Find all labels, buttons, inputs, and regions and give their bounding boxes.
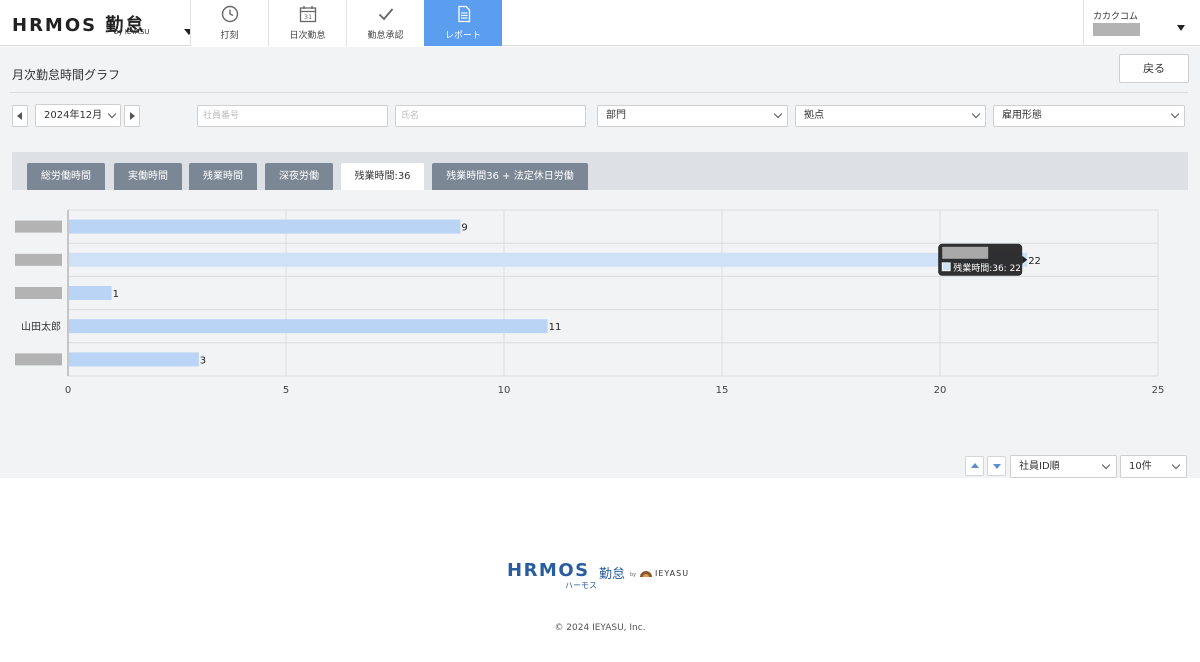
bar-value-label: 1	[113, 289, 119, 300]
page-title: 月次勤怠時間グラフ	[12, 68, 121, 82]
nav-label: 日次勤怠	[289, 31, 326, 41]
copyright: © 2024 IEYASU, Inc.	[554, 623, 646, 633]
calendar-icon: 31	[299, 6, 317, 23]
sort-order-value: 社員ID順	[1019, 461, 1060, 472]
main-nav: 打刻 31 日次勤怠 勤怠承認 レポート	[190, 0, 502, 46]
bar	[69, 252, 1028, 267]
location-value: 拠点	[804, 110, 824, 121]
chevron-down-icon	[107, 109, 117, 119]
caret-down-icon[interactable]	[1177, 25, 1185, 31]
name-placeholder: 氏名	[401, 111, 420, 121]
tab-actual-work[interactable]: 実働時間	[114, 163, 182, 190]
footer-logo: HRMOS 勤怠 ハーモス by IEYASU	[507, 560, 697, 592]
tab-overtime-36[interactable]: 残業時間:36	[341, 163, 424, 190]
redacted-category-label	[15, 353, 62, 366]
overtime-bar-chart: 922111山田太郎30 5 10 15 20 25残業時間:36: 22	[15, 209, 1165, 396]
tab-total-work[interactable]: 総労働時間	[27, 163, 105, 190]
footer-logo-text: HRMOS	[507, 560, 590, 581]
department-select[interactable]: 部門	[597, 105, 788, 127]
bar	[69, 286, 112, 300]
footer-logo-kintai: 勤怠	[599, 567, 626, 582]
chevron-down-icon	[773, 109, 783, 119]
document-icon	[458, 5, 471, 23]
x-tick-label: 20	[934, 385, 947, 396]
nav-punch[interactable]: 打刻	[190, 0, 268, 46]
redacted-category-label	[15, 220, 62, 233]
checkmark-icon	[378, 8, 394, 21]
nav-report[interactable]: レポート	[424, 0, 502, 46]
bar-value-label: 9	[461, 223, 467, 234]
name-input[interactable]: 氏名	[395, 105, 586, 127]
employee-number-placeholder: 社員番号	[203, 111, 240, 121]
x-tick-label: 10	[498, 385, 511, 396]
x-tick-label: 25	[1152, 385, 1165, 396]
bar-value-label: 22	[1028, 256, 1041, 267]
x-tick-label: 5	[283, 385, 289, 396]
category-label: 山田太郎	[21, 320, 61, 333]
company-name: カカクコム	[1093, 12, 1139, 22]
employment-type-select[interactable]: 雇用形態	[993, 105, 1185, 127]
next-month-button[interactable]	[124, 105, 140, 127]
chevron-down-icon	[971, 109, 981, 119]
footer-logo-kana: ハーモス	[565, 581, 597, 590]
tab-overtime-36-holiday[interactable]: 残業時間36 + 法定休日労働	[432, 163, 588, 190]
location-select[interactable]: 拠点	[795, 105, 986, 127]
redacted-category-label	[15, 287, 62, 299]
tooltip-swatch	[941, 262, 951, 272]
tab-overtime[interactable]: 残業時間	[189, 163, 257, 190]
month-select[interactable]: 2024年12月	[35, 104, 121, 127]
sort-descending-button[interactable]	[987, 456, 1006, 476]
bar	[69, 219, 461, 234]
main-content: 月次勤怠時間グラフ 戻る 2024年12月 社員番号 氏名 部門 拠点 雇用形態…	[0, 47, 1200, 478]
nav-label: 勤怠承認	[367, 31, 404, 41]
department-value: 部門	[606, 110, 626, 121]
divider	[10, 92, 1188, 93]
logo-subtext: by IEYASU	[114, 28, 150, 36]
per-page-value: 10件	[1129, 461, 1152, 472]
redacted-category-label	[15, 253, 62, 266]
footer-logo-by: by	[630, 572, 637, 578]
footer-logo-ieyasu: IEYASU	[655, 569, 690, 578]
bar	[69, 352, 199, 367]
per-page-select[interactable]: 10件	[1120, 455, 1187, 478]
metric-tabs: 総労働時間 実働時間 残業時間 深夜労働 残業時間:36 残業時間36 + 法定…	[12, 152, 1188, 190]
employee-number-input[interactable]: 社員番号	[197, 105, 388, 127]
x-tick-label: 15	[716, 385, 729, 396]
nav-approval[interactable]: 勤怠承認	[346, 0, 424, 46]
bar-value-label: 3	[200, 355, 206, 366]
tooltip-text: 残業時間:36: 22	[953, 262, 1021, 274]
chevron-down-icon	[1171, 460, 1181, 470]
chevron-down-icon	[1101, 460, 1111, 470]
employment-type-value: 雇用形態	[1002, 110, 1042, 121]
redacted-user-name	[1093, 23, 1140, 36]
nav-label: レポート	[444, 31, 481, 41]
back-button[interactable]: 戻る	[1119, 54, 1189, 83]
chevron-down-icon	[1170, 109, 1180, 119]
svg-text:31: 31	[304, 13, 312, 21]
tab-late-night[interactable]: 深夜労働	[265, 163, 333, 190]
bar	[69, 319, 548, 334]
account-menu[interactable]: カカクコム	[1083, 0, 1200, 46]
nav-label: 打刻	[220, 31, 239, 41]
month-value: 2024年12月	[44, 110, 103, 121]
nav-daily[interactable]: 31 日次勤怠	[268, 0, 346, 46]
prev-month-button[interactable]	[12, 105, 28, 127]
bar-value-label: 11	[549, 322, 562, 333]
sort-order-select[interactable]: 社員ID順	[1010, 455, 1117, 478]
sort-ascending-button[interactable]	[965, 456, 984, 476]
app-header: HRMOS 勤怠 by IEYASU 打刻 31 日次勤怠 勤怠承認 レポート …	[0, 0, 1200, 46]
tooltip-redacted-name	[942, 246, 989, 259]
x-tick-label: 0	[65, 385, 71, 396]
ieyasu-fan-icon	[640, 571, 652, 577]
clock-icon	[221, 5, 239, 23]
